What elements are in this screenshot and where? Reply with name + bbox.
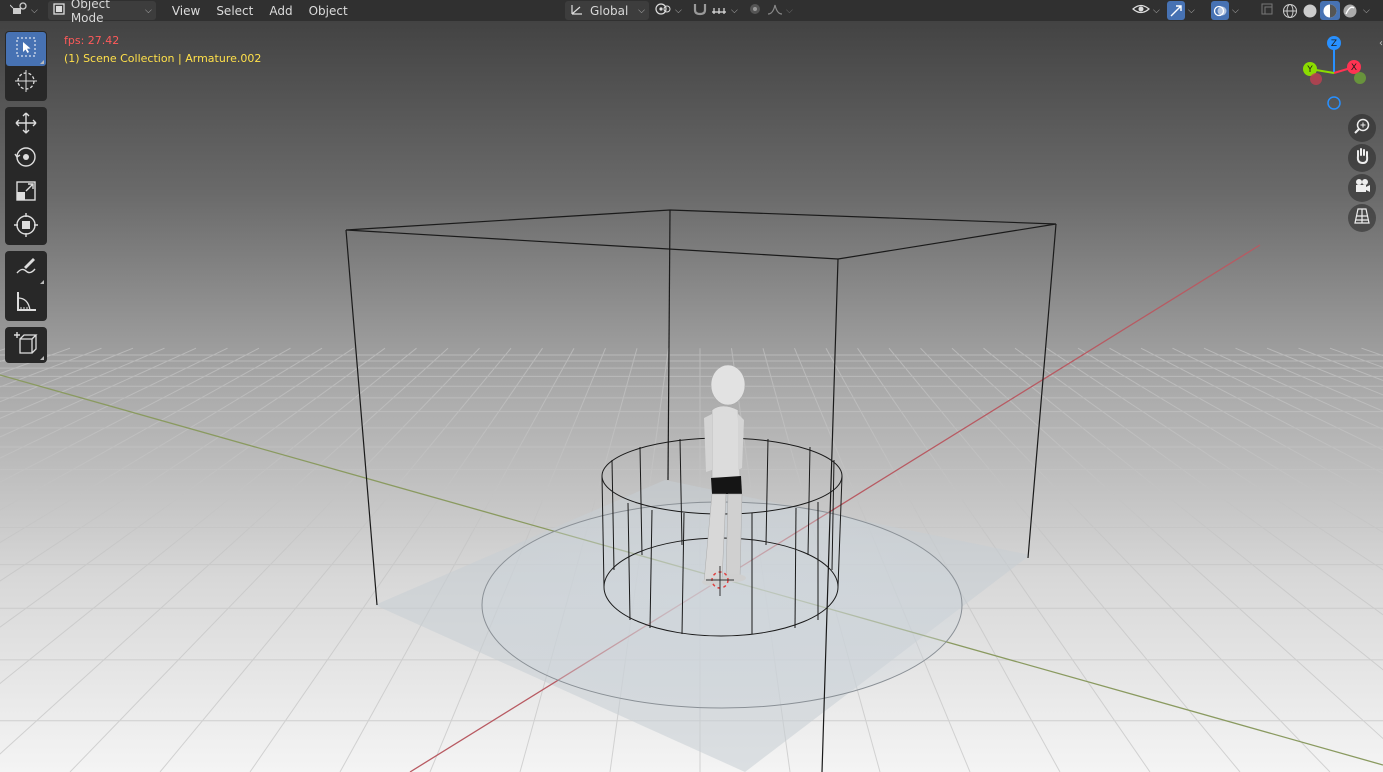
gizmo-icon xyxy=(1167,1,1185,20)
fps-counter: fps: 27.42 xyxy=(64,34,120,47)
grid-view-icon xyxy=(1353,207,1371,229)
chevron-down-icon[interactable]: ⌵ xyxy=(1363,6,1370,16)
camera-icon xyxy=(1353,177,1371,199)
transform-tool[interactable] xyxy=(6,210,46,244)
orientation-icon xyxy=(569,2,585,19)
chevron-down-icon: ⌵ xyxy=(1153,5,1160,16)
submenu-corner xyxy=(40,60,44,64)
scale-icon xyxy=(14,179,38,207)
snap-target-button[interactable]: ⌵ xyxy=(706,1,742,20)
select-tool-group xyxy=(5,31,47,101)
eye-icon xyxy=(1132,2,1150,19)
mode-label: Object Mode xyxy=(70,0,110,25)
editor-type-button[interactable]: ⌵ xyxy=(6,1,42,20)
neg-y-axis-ball[interactable] xyxy=(1354,72,1366,84)
xray-icon xyxy=(1260,2,1274,19)
move-tool[interactable] xyxy=(6,108,46,142)
blender-window: ⌵ Object Mode ⌵ View Select Add Object G… xyxy=(0,0,1383,772)
chevron-down-icon: ⌵ xyxy=(1188,5,1195,16)
x-axis-label: X xyxy=(1351,63,1357,73)
tool-shelf xyxy=(5,31,47,369)
zoom-button[interactable] xyxy=(1348,114,1376,142)
view-menu[interactable]: View xyxy=(164,4,208,18)
select-box-icon xyxy=(15,36,37,62)
pivot-point-button[interactable]: ⌵ xyxy=(650,1,686,20)
move-icon xyxy=(14,111,38,139)
add-cube-tool[interactable] xyxy=(6,328,46,362)
measure-tool[interactable] xyxy=(6,286,46,320)
gizmos-toggle[interactable]: ⌵ xyxy=(1163,1,1199,20)
chevron-down-icon: ⌵ xyxy=(638,5,645,16)
orientation-dropdown[interactable]: Global ⌵ xyxy=(565,1,649,20)
overlays-toggle[interactable]: ⌵ xyxy=(1207,1,1243,20)
neg-x-axis-ball[interactable] xyxy=(1310,73,1322,85)
chevron-down-icon: ⌵ xyxy=(1232,5,1239,16)
pan-button[interactable] xyxy=(1348,144,1376,172)
z-axis-label: Z xyxy=(1331,39,1337,49)
navigation-gizmo[interactable]: Z X Y xyxy=(1296,33,1372,113)
add-menu[interactable]: Add xyxy=(261,4,300,18)
submenu-corner xyxy=(40,280,44,284)
annotate-tool-group xyxy=(5,251,47,321)
wireframe-shading-icon[interactable] xyxy=(1280,1,1300,20)
chevron-down-icon: ⌵ xyxy=(31,5,38,16)
measure-icon xyxy=(14,289,38,317)
snap-increment-icon xyxy=(710,2,728,19)
navigation-buttons xyxy=(1348,114,1376,234)
zoom-icon xyxy=(1353,117,1371,139)
material-shading-icon[interactable] xyxy=(1320,1,1340,20)
annotate-tool[interactable] xyxy=(6,252,46,286)
viewport-header: ⌵ Object Mode ⌵ View Select Add Object G… xyxy=(0,0,1383,25)
sidebar-toggle-arrow[interactable]: ‹ xyxy=(1379,38,1383,49)
add-cube-icon xyxy=(14,331,38,359)
chevron-down-icon: ⌵ xyxy=(731,5,738,16)
xray-toggle[interactable] xyxy=(1256,1,1278,20)
submenu-corner xyxy=(40,356,44,360)
rotate-icon xyxy=(14,145,38,173)
pivot-icon xyxy=(654,2,672,19)
camera-view-button[interactable] xyxy=(1348,174,1376,202)
select-menu[interactable]: Select xyxy=(208,4,261,18)
shading-buttons: ⌵ xyxy=(1280,0,1370,21)
projection-toggle-button[interactable] xyxy=(1348,204,1376,232)
neg-z-axis-ball[interactable] xyxy=(1327,96,1341,110)
scale-tool[interactable] xyxy=(6,176,46,210)
transform-tool-group xyxy=(5,107,47,245)
solid-shading-icon[interactable] xyxy=(1300,1,1320,20)
proportional-icon xyxy=(748,2,762,19)
chevron-down-icon: ⌵ xyxy=(145,5,152,16)
editor-type-icon xyxy=(9,2,28,19)
y-axis-label: Y xyxy=(1306,65,1313,75)
mode-dropdown[interactable]: Object Mode ⌵ xyxy=(47,0,156,25)
3d-viewport[interactable] xyxy=(0,0,1383,772)
add-tool-group xyxy=(5,327,47,363)
falloff-button[interactable]: ⌵ xyxy=(763,1,797,20)
annotate-icon xyxy=(14,255,38,283)
orientation-label: Global xyxy=(590,3,629,18)
select-box-tool[interactable] xyxy=(6,32,46,66)
chevron-down-icon: ⌵ xyxy=(786,5,793,16)
overlay-icon xyxy=(1211,1,1229,20)
object-mode-icon xyxy=(52,2,66,19)
scene-canvas[interactable] xyxy=(0,0,1383,772)
chevron-down-icon: ⌵ xyxy=(675,5,682,16)
transform-icon xyxy=(14,213,38,241)
cursor-icon xyxy=(14,69,38,97)
viewport-info: fps: 27.42 (1) Scene Collection | Armatu… xyxy=(64,32,261,68)
falloff-curve-icon xyxy=(767,2,783,19)
rotate-tool[interactable] xyxy=(6,142,46,176)
pan-hand-icon xyxy=(1353,147,1371,169)
rendered-shading-icon[interactable] xyxy=(1340,1,1360,20)
object-menu[interactable]: Object xyxy=(301,4,356,18)
active-object-label: (1) Scene Collection | Armature.002 xyxy=(64,52,262,65)
visibility-button[interactable]: ⌵ xyxy=(1128,1,1164,20)
cursor-tool[interactable] xyxy=(6,66,46,100)
